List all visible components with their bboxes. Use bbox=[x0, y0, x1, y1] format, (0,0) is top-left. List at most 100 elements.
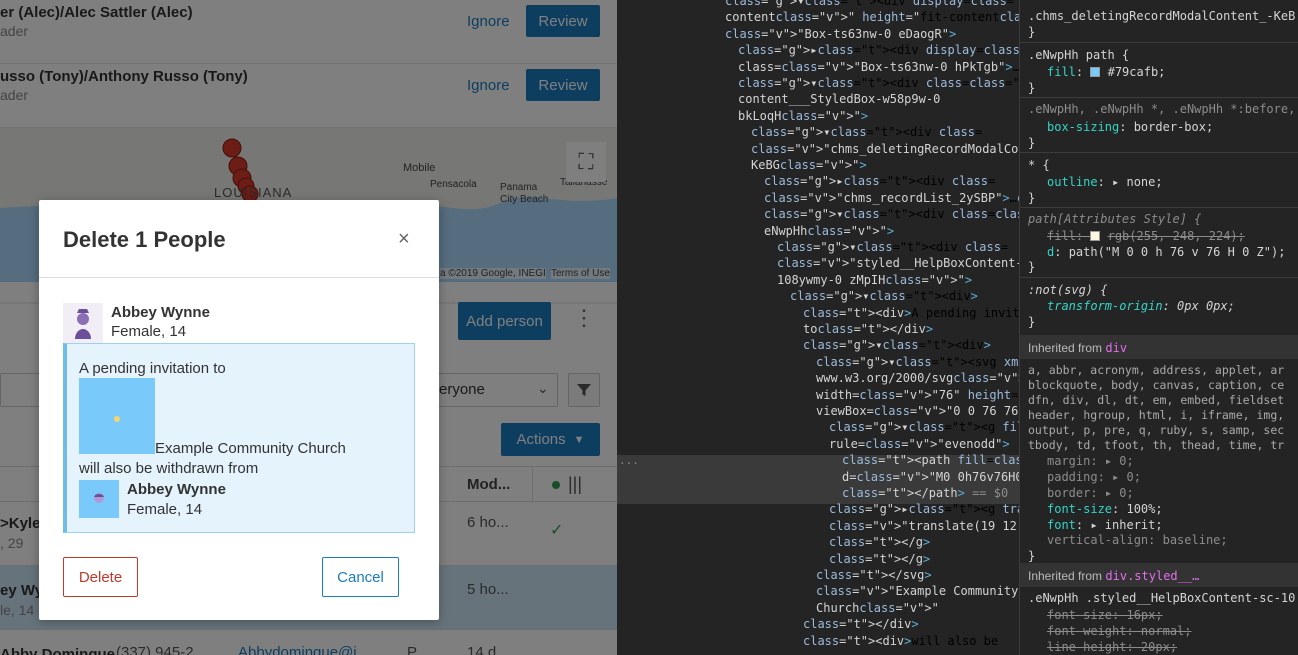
dom-node-line[interactable]: class="t"></svg> bbox=[816, 567, 932, 583]
dom-node-line[interactable]: class="g">▸class="t"><div display=class=… bbox=[738, 42, 1019, 58]
dom-node-line[interactable]: class="g">▾class="t"><div class=class="v… bbox=[764, 206, 1019, 222]
avatar bbox=[63, 303, 103, 343]
style-property[interactable]: font-size: 100%; bbox=[1047, 501, 1163, 517]
avatar bbox=[79, 480, 119, 518]
style-property[interactable]: padding: ▸ 0; bbox=[1047, 469, 1141, 485]
close-icon[interactable]: × bbox=[398, 229, 410, 249]
style-selector: :not(svg) { bbox=[1028, 283, 1108, 297]
style-property[interactable]: box-sizing: border-box; bbox=[1047, 119, 1213, 135]
dom-node-line[interactable]: class="v">"styled__HelpBoxContent-sc- bbox=[777, 255, 1019, 271]
node-actions-icon[interactable]: ··· bbox=[619, 456, 639, 472]
style-property[interactable]: border: ▸ 0; bbox=[1047, 485, 1134, 501]
delete-button[interactable]: Delete bbox=[63, 557, 138, 597]
style-selector: header, hgroup, html, i, iframe, img, bbox=[1028, 408, 1285, 422]
style-selector: .eNwpHh .styled__HelpBoxContent-sc-10 bbox=[1028, 591, 1296, 605]
dom-node-line[interactable]: Churchclass="v">" bbox=[816, 600, 939, 616]
style-property[interactable]: fill: #79cafb; bbox=[1047, 64, 1165, 80]
dom-node-line[interactable]: class="g">▸class="t"><div class= bbox=[764, 173, 995, 189]
prop-name: outline bbox=[1047, 175, 1098, 189]
prop-value: border-box; bbox=[1133, 120, 1214, 134]
delete-modal: Delete 1 People × Abbey Wynne Female, 14… bbox=[39, 200, 439, 620]
inherited-tag[interactable]: div bbox=[1105, 341, 1127, 355]
dom-node-line[interactable]: viewBox=class="v">"0 0 76 76"> bbox=[816, 403, 1019, 419]
style-brace: } bbox=[1028, 81, 1036, 95]
style-property[interactable]: font-weight: normal; bbox=[1047, 623, 1192, 639]
dom-node-line[interactable]: class="g">▾class="t"><div class= bbox=[777, 239, 1008, 255]
style-property[interactable]: fill: rgb(255, 248, 224); bbox=[1047, 228, 1245, 244]
style-brace: } bbox=[1028, 136, 1036, 150]
dom-node-line[interactable]: rule=class="v">"evenodd"> bbox=[829, 436, 1010, 452]
dom-node-line[interactable]: class="v">"Box-ts63nw-0 eDaogR"> bbox=[725, 26, 956, 42]
dom-node-line[interactable]: class="t"></g> bbox=[829, 551, 930, 567]
dom-node-line[interactable]: content___StyledBox-w58p9w-0 bbox=[738, 91, 940, 107]
inherited-tag[interactable]: div.styled__… bbox=[1105, 569, 1199, 583]
color-swatch-icon[interactable] bbox=[1090, 67, 1101, 77]
dom-node-line[interactable]: class="t"></div> bbox=[803, 616, 919, 632]
dom-node-line[interactable]: class="t"></path> == $0 bbox=[842, 485, 1008, 501]
dom-node-line[interactable]: class="g">▾class="t"><div class= bbox=[751, 124, 982, 140]
prop-value: rgb(255, 248, 224); bbox=[1107, 229, 1245, 243]
devtools-styles-panel: .chms_deletingRecordModalContent_-KeB } … bbox=[1020, 0, 1298, 655]
prop-value: path("M 0 0 h 76 v 76 H 0 Z"); bbox=[1068, 245, 1286, 259]
dom-node-line[interactable]: class="v">"translate(19 12)">… bbox=[829, 518, 1019, 534]
prop-value: ▸ inherit; bbox=[1090, 518, 1163, 532]
help-text: will also be withdrawn from bbox=[79, 460, 259, 477]
style-selector: .eNwpHh, .eNwpHh *, .eNwpHh *:before, . bbox=[1028, 102, 1298, 116]
dom-node-line[interactable]: toclass="t"></div> bbox=[803, 321, 933, 337]
style-property[interactable]: line-height: 20px; bbox=[1047, 639, 1177, 655]
style-property[interactable]: d: path("M 0 0 h 76 v 76 H 0 Z"); bbox=[1047, 244, 1285, 260]
dom-node-line[interactable]: class=class="v">"Box-ts63nw-0 hPkTgb">…c… bbox=[738, 59, 1019, 75]
style-brace: } bbox=[1028, 315, 1036, 329]
dom-node-line[interactable]: d=class="v">"M0 0h76v76H0z"> bbox=[842, 469, 1019, 485]
dom-node-line[interactable]: class="g">▾class="t"><div> bbox=[803, 337, 991, 353]
person-subtitle: Female, 14 bbox=[127, 501, 203, 518]
style-property[interactable]: margin: ▸ 0; bbox=[1047, 453, 1134, 469]
dom-node-line[interactable]: class="g">▾class="t"><div display=class=… bbox=[725, 0, 1019, 9]
style-property[interactable]: transform-origin: 0px 0px; bbox=[1047, 298, 1235, 314]
dom-node-line[interactable]: 108ywmy-0 zMpIHclass="v">"> bbox=[777, 272, 972, 288]
dom-node-line[interactable]: class="t"><div>will also be bbox=[803, 633, 998, 649]
prop-value: 100%; bbox=[1126, 502, 1163, 516]
dom-node-line[interactable]: class="g">▸class="t"><g transform= bbox=[829, 501, 1019, 517]
dom-node-line[interactable]: class="t"><path fill=class="v">"#FFF8E0" bbox=[842, 452, 1019, 468]
inherited-header: Inherited from div.styled__… bbox=[1020, 563, 1298, 587]
dom-node-line[interactable]: class="t"></g> bbox=[829, 534, 930, 550]
dom-node-line[interactable]: class="v">"chms_recordList_2ySBP">…class… bbox=[764, 190, 1019, 206]
style-selector: .eNwpHh path { bbox=[1028, 48, 1130, 62]
dom-node-line[interactable]: class="g">▾class="t"><g fill=class="v">"… bbox=[829, 419, 1019, 435]
person-name: Abbey Wynne bbox=[127, 481, 226, 498]
prop-name: box-sizing bbox=[1047, 120, 1120, 134]
church-logo-icon bbox=[79, 378, 155, 454]
style-property[interactable]: vertical-align: baseline; bbox=[1047, 532, 1228, 548]
prop-name: d bbox=[1047, 245, 1055, 259]
prop-name: fill bbox=[1047, 229, 1076, 243]
inherited-label: Inherited from bbox=[1028, 569, 1103, 583]
logo-dot bbox=[114, 416, 120, 422]
dom-node-line[interactable]: contentclass="v">" height="fit-contentcl… bbox=[725, 9, 1019, 25]
cancel-button[interactable]: Cancel bbox=[322, 557, 399, 597]
style-selector: tbody, td, tfoot, th, thead, time, tr bbox=[1028, 438, 1285, 452]
dom-node-line[interactable]: class="g">▾class="t"><div class=class="v… bbox=[738, 75, 1019, 91]
style-property[interactable]: font: ▸ inherit; bbox=[1047, 517, 1163, 533]
prop-name: fill bbox=[1047, 65, 1076, 79]
dom-node-line[interactable]: bkLoqHclass="v">"> bbox=[738, 108, 868, 124]
style-selector: * { bbox=[1028, 158, 1050, 172]
dom-node-line[interactable]: www.w3.org/2000/svgclass="v">" bbox=[816, 370, 1019, 386]
style-selector: a, abbr, acronym, address, applet, ar bbox=[1028, 363, 1285, 377]
prop-value: 0px 0px; bbox=[1177, 299, 1235, 313]
color-swatch-icon[interactable] bbox=[1090, 231, 1101, 241]
style-property[interactable]: font-size: 16px; bbox=[1047, 607, 1163, 623]
dom-node-line[interactable]: class="g">▾class="t"><svg xmlns=class="v… bbox=[816, 354, 1019, 370]
style-selector: path[Attributes Style] { bbox=[1028, 212, 1202, 226]
dom-node-line[interactable]: eNwpHhclass="v">"> bbox=[764, 223, 894, 239]
dom-node-line[interactable]: class="t"><div>A pending invitation bbox=[803, 305, 1019, 321]
person-subtitle: Female, 14 bbox=[111, 323, 187, 340]
dom-node-line[interactable]: class="v">"Example Community bbox=[816, 583, 1018, 599]
style-property[interactable]: outline: ▸ none; bbox=[1047, 174, 1163, 190]
modal-title: Delete 1 People bbox=[63, 227, 226, 252]
dom-node-line[interactable]: class="v">"chms_deletingRecordModalConte… bbox=[751, 141, 1019, 157]
dom-node-line[interactable]: width=class="v">"76" height=class="v">"7… bbox=[816, 387, 1019, 403]
dom-node-line[interactable]: KeBGclass="v">"> bbox=[751, 157, 867, 173]
dom-node-line[interactable]: class="g">▾class="t"><div> bbox=[790, 288, 978, 304]
style-brace: } bbox=[1028, 260, 1036, 274]
